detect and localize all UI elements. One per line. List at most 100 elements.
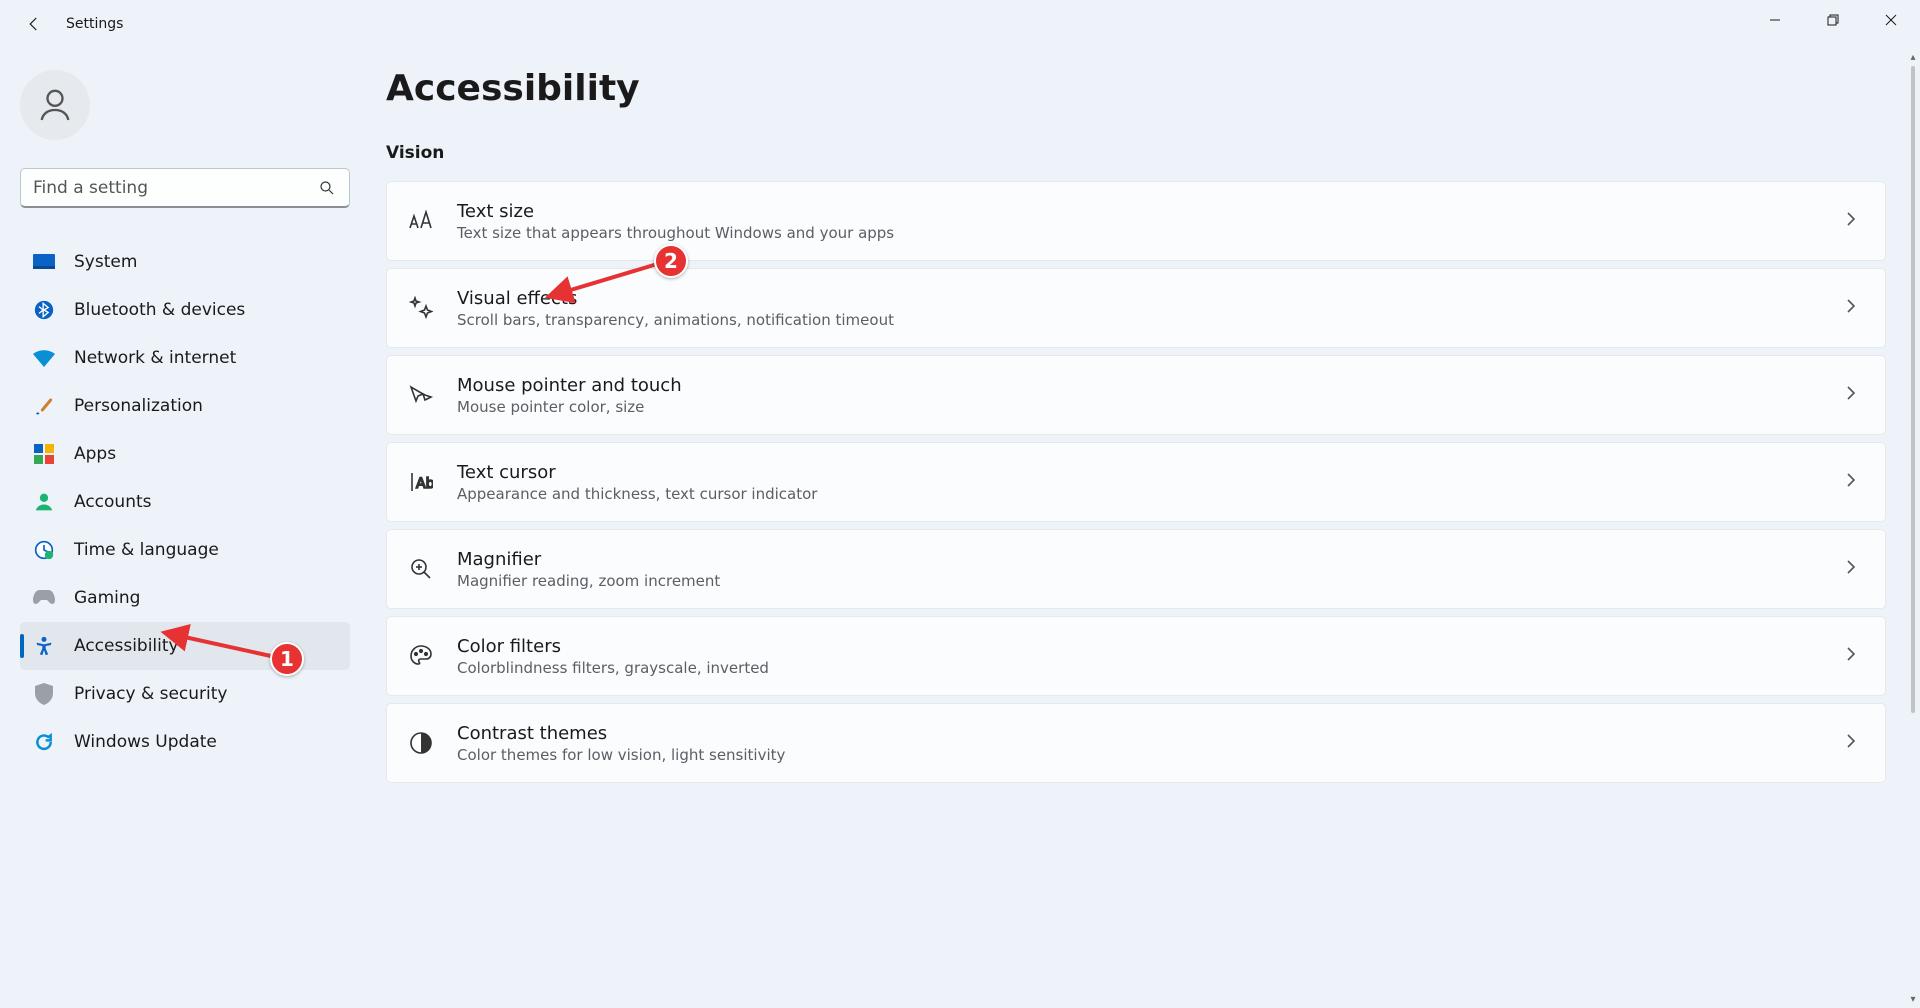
- card-description: Colorblindness filters, grayscale, inver…: [457, 659, 1845, 677]
- close-icon: [1885, 14, 1897, 26]
- card-text: Contrast themes Color themes for low visi…: [457, 723, 1845, 764]
- card-text: Color filters Colorblindness filters, gra…: [457, 636, 1845, 677]
- maximize-icon: [1827, 14, 1839, 26]
- arrow-left-icon: [25, 15, 43, 33]
- setting-card-color-filters[interactable]: Color filters Colorblindness filters, gra…: [386, 616, 1886, 696]
- page-title: Accessibility: [386, 68, 1886, 109]
- chevron-right-icon: [1845, 559, 1857, 579]
- contrast-icon: [407, 732, 435, 754]
- sidebar-item-clock[interactable]: Time & language: [20, 526, 350, 574]
- cards-list: Text size Text size that appears througho…: [386, 181, 1886, 783]
- person-icon: [35, 85, 75, 125]
- setting-card-mouse-pointer[interactable]: Mouse pointer and touch Mouse pointer col…: [386, 355, 1886, 435]
- sidebar-item-label: Privacy & security: [74, 684, 228, 704]
- svg-text:Ab: Ab: [416, 476, 433, 492]
- scroll-track[interactable]: [1909, 66, 1917, 990]
- sidebar-item-wifi[interactable]: Network & internet: [20, 334, 350, 382]
- section-title-vision: Vision: [386, 143, 1886, 163]
- sidebar-item-privacy[interactable]: Privacy & security: [20, 670, 350, 718]
- chevron-right-icon: [1845, 733, 1857, 753]
- mouse-pointer-icon: [407, 384, 435, 406]
- maximize-button[interactable]: [1804, 0, 1862, 40]
- card-description: Appearance and thickness, text cursor in…: [457, 485, 1845, 503]
- sidebar: SystemBluetooth & devices Network & inter…: [0, 48, 370, 1008]
- scroll-down-icon[interactable]: ▾: [1906, 990, 1920, 1008]
- chevron-right-icon: [1845, 211, 1857, 231]
- sidebar-item-accounts[interactable]: Accounts: [20, 478, 350, 526]
- window-title: Settings: [66, 16, 123, 32]
- card-text: Text size Text size that appears througho…: [457, 201, 1845, 242]
- sidebar-item-label: Accounts: [74, 492, 152, 512]
- chevron-right-icon: [1845, 646, 1857, 666]
- sidebar-item-bluetooth[interactable]: Bluetooth & devices: [20, 286, 350, 334]
- card-title: Text size: [457, 201, 1845, 222]
- color-filters-icon: [407, 644, 435, 668]
- sidebar-item-personalize[interactable]: Personalization: [20, 382, 350, 430]
- card-title: Color filters: [457, 636, 1845, 657]
- setting-card-text-size[interactable]: Text size Text size that appears througho…: [386, 181, 1886, 261]
- card-text: Mouse pointer and touch Mouse pointer col…: [457, 375, 1845, 416]
- magnifier-icon: [407, 557, 435, 581]
- setting-card-text-cursor[interactable]: Ab Text cursor Appearance and thickness, t…: [386, 442, 1886, 522]
- card-title: Text cursor: [457, 462, 1845, 483]
- window-controls: [1746, 0, 1920, 40]
- sidebar-item-apps[interactable]: Apps: [20, 430, 350, 478]
- wifi-icon: [32, 346, 56, 370]
- minimize-icon: [1769, 14, 1781, 26]
- card-description: Scroll bars, transparency, animations, n…: [457, 311, 1845, 329]
- privacy-icon: [32, 682, 56, 706]
- clock-icon: [32, 538, 56, 562]
- setting-card-visual-effects[interactable]: Visual effects Scroll bars, transparency,…: [386, 268, 1886, 348]
- sidebar-item-label: Time & language: [74, 540, 219, 560]
- setting-card-magnifier[interactable]: Magnifier Magnifier reading, zoom increme…: [386, 529, 1886, 609]
- apps-icon: [32, 442, 56, 466]
- scroll-up-icon[interactable]: ▴: [1906, 48, 1920, 66]
- update-icon: [32, 730, 56, 754]
- sidebar-item-label: Apps: [74, 444, 116, 464]
- sidebar-item-accessibility[interactable]: Accessibility: [20, 622, 350, 670]
- app-body: SystemBluetooth & devices Network & inter…: [0, 48, 1920, 1008]
- close-button[interactable]: [1862, 0, 1920, 40]
- card-description: Text size that appears throughout Window…: [457, 224, 1845, 242]
- sidebar-item-label: Windows Update: [74, 732, 217, 752]
- text-cursor-icon: Ab: [407, 471, 435, 493]
- card-title: Mouse pointer and touch: [457, 375, 1845, 396]
- chevron-right-icon: [1845, 298, 1857, 318]
- sidebar-item-label: Accessibility: [74, 636, 179, 656]
- scroll-thumb[interactable]: [1911, 66, 1915, 713]
- sidebar-item-label: Network & internet: [74, 348, 236, 368]
- nav-list: SystemBluetooth & devices Network & inter…: [20, 238, 350, 766]
- card-text: Magnifier Magnifier reading, zoom increme…: [457, 549, 1845, 590]
- card-description: Mouse pointer color, size: [457, 398, 1845, 416]
- system-icon: [32, 250, 56, 274]
- accessibility-icon: [32, 634, 56, 658]
- text-size-icon: [407, 210, 435, 232]
- accounts-icon: [32, 490, 56, 514]
- search-input[interactable]: [20, 168, 350, 208]
- sidebar-item-label: Personalization: [74, 396, 203, 416]
- visual-effects-icon: [407, 296, 435, 320]
- card-title: Contrast themes: [457, 723, 1845, 744]
- sidebar-item-system[interactable]: System: [20, 238, 350, 286]
- main-content: Accessibility Vision Text size Text size …: [370, 48, 1920, 1008]
- card-text: Text cursor Appearance and thickness, tex…: [457, 462, 1845, 503]
- personalize-icon: [32, 394, 56, 418]
- chevron-right-icon: [1845, 385, 1857, 405]
- sidebar-item-label: Gaming: [74, 588, 140, 608]
- setting-card-contrast[interactable]: Contrast themes Color themes for low visi…: [386, 703, 1886, 783]
- minimize-button[interactable]: [1746, 0, 1804, 40]
- vertical-scrollbar[interactable]: ▴ ▾: [1906, 48, 1920, 1008]
- card-description: Color themes for low vision, light sensi…: [457, 746, 1845, 764]
- gaming-icon: [32, 586, 56, 610]
- search-icon: [318, 179, 336, 201]
- card-title: Magnifier: [457, 549, 1845, 570]
- search-wrap: [20, 168, 350, 208]
- sidebar-item-update[interactable]: Windows Update: [20, 718, 350, 766]
- card-title: Visual effects: [457, 288, 1845, 309]
- chevron-right-icon: [1845, 472, 1857, 492]
- card-text: Visual effects Scroll bars, transparency,…: [457, 288, 1845, 329]
- sidebar-item-gaming[interactable]: Gaming: [20, 574, 350, 622]
- back-button[interactable]: [22, 12, 46, 36]
- user-avatar[interactable]: [20, 70, 90, 140]
- card-description: Magnifier reading, zoom increment: [457, 572, 1845, 590]
